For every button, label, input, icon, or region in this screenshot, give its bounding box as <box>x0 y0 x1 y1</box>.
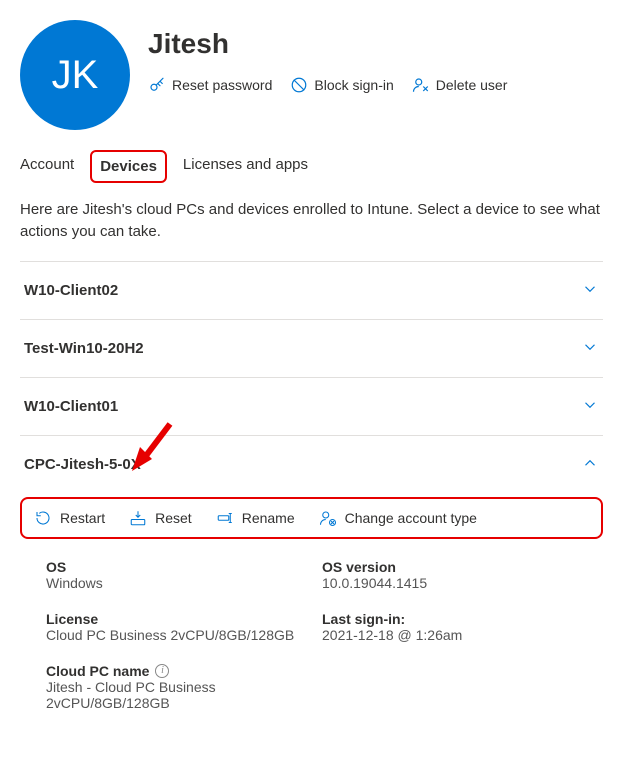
restart-button[interactable]: Restart <box>34 509 105 527</box>
block-signin-label: Block sign-in <box>314 77 393 93</box>
license-value: Cloud PC Business 2vCPU/8GB/128GB <box>46 627 314 657</box>
rename-button[interactable]: Rename <box>216 509 295 527</box>
reset-password-label: Reset password <box>172 77 272 93</box>
rename-icon <box>216 509 234 527</box>
reset-icon <box>129 509 147 527</box>
restart-icon <box>34 509 52 527</box>
device-details: OS Windows OS version 10.0.19044.1415 Li… <box>20 539 603 725</box>
delete-user-label: Delete user <box>436 77 508 93</box>
reset-label: Reset <box>155 510 192 526</box>
user-name: Jitesh <box>148 28 507 60</box>
os-version-value: 10.0.19044.1415 <box>322 575 603 605</box>
device-name: W10-Client01 <box>24 398 118 415</box>
tabs: Account Devices Licenses and apps <box>20 154 603 179</box>
cloudpc-name-value: Jitesh - Cloud PC Business 2vCPU/8GB/128… <box>46 679 276 725</box>
device-row[interactable]: Test-Win10-20H2 <box>20 319 603 377</box>
tab-account[interactable]: Account <box>20 154 74 175</box>
device-name: CPC-Jitesh-5-0X <box>24 456 141 473</box>
last-signin-label: Last sign-in: <box>322 611 603 627</box>
change-account-icon <box>319 509 337 527</box>
device-row[interactable]: W10-Client02 <box>20 261 603 319</box>
cloudpc-name-label: Cloud PC name <box>46 663 149 679</box>
reset-button[interactable]: Reset <box>129 509 192 527</box>
key-icon <box>148 76 166 94</box>
devices-description: Here are Jitesh's cloud PCs and devices … <box>20 199 603 243</box>
device-name: Test-Win10-20H2 <box>24 340 144 357</box>
os-label: OS <box>46 559 314 575</box>
chevron-down-icon <box>581 396 599 417</box>
chevron-down-icon <box>581 280 599 301</box>
delete-user-icon <box>412 76 430 94</box>
rename-label: Rename <box>242 510 295 526</box>
device-actions-toolbar: Restart Reset Rename Change account type <box>20 497 603 539</box>
block-signin-button[interactable]: Block sign-in <box>290 76 393 94</box>
device-row[interactable]: W10-Client01 <box>20 377 603 435</box>
tab-devices[interactable]: Devices <box>100 156 157 177</box>
restart-label: Restart <box>60 510 105 526</box>
chevron-down-icon <box>581 338 599 359</box>
license-label: License <box>46 611 314 627</box>
tab-devices-highlight: Devices <box>90 150 167 183</box>
change-account-type-button[interactable]: Change account type <box>319 509 477 527</box>
device-row-expanded[interactable]: CPC-Jitesh-5-0X <box>20 435 603 493</box>
reset-password-button[interactable]: Reset password <box>148 76 272 94</box>
last-signin-value: 2021-12-18 @ 1:26am <box>322 627 603 657</box>
tab-licenses[interactable]: Licenses and apps <box>183 154 308 175</box>
block-icon <box>290 76 308 94</box>
chevron-up-icon <box>581 454 599 475</box>
os-value: Windows <box>46 575 314 605</box>
delete-user-button[interactable]: Delete user <box>412 76 508 94</box>
change-account-label: Change account type <box>345 510 477 526</box>
user-header: JK Jitesh Reset password Block sign-in D… <box>20 20 603 130</box>
avatar: JK <box>20 20 130 130</box>
device-name: W10-Client02 <box>24 282 118 299</box>
info-icon[interactable]: i <box>155 664 169 678</box>
os-version-label: OS version <box>322 559 603 575</box>
